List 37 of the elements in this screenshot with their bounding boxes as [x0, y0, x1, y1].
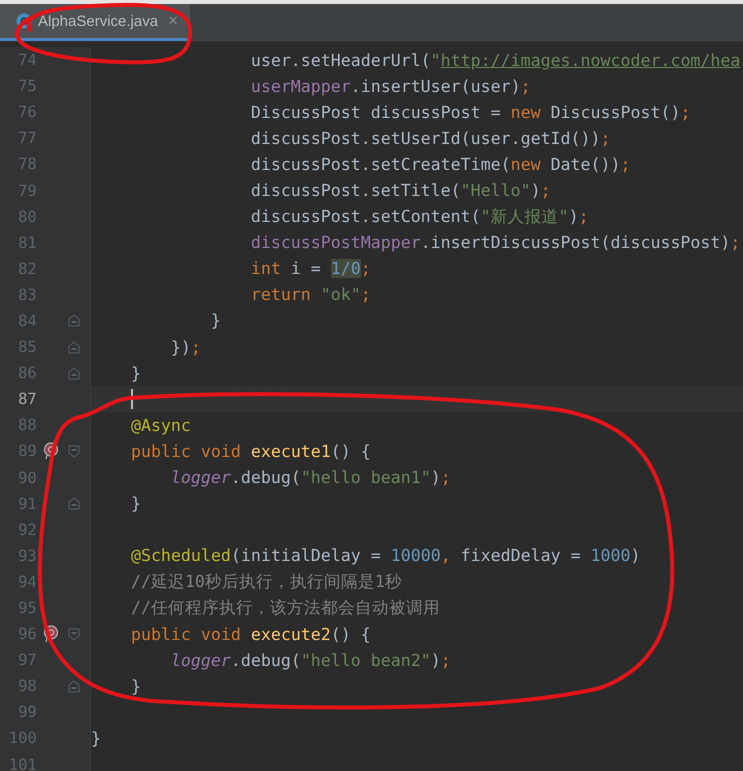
code-line: DiscussPost discussPost = new DiscussPost();: [250, 102, 690, 122]
fold-end-icon[interactable]: [68, 680, 80, 693]
tab-title: AlphaService.java: [38, 12, 158, 30]
class-file-icon: [16, 13, 32, 29]
code-line: public void execute2() {: [130, 624, 371, 644]
code-line: userMapper.insertUser(user);: [250, 76, 531, 96]
code-line: }: [130, 494, 141, 514]
code-line: user.setHeaderUrl("http://images.nowcoder.com/hea: [250, 50, 740, 70]
code-line: discussPost.setCreateTime(new Date());: [250, 154, 631, 174]
code-line: }: [130, 676, 141, 696]
code-line: }: [130, 364, 141, 383]
fold-start-icon[interactable]: [68, 628, 80, 641]
code-line: //任何程序执行，该方法都会自动被调用: [130, 597, 440, 620]
close-icon[interactable]: ×: [168, 11, 178, 31]
code-line: }: [91, 728, 101, 748]
code-line: discussPostMapper.insertDiscussPost(discussPost);: [250, 233, 740, 252]
code-line: int i = 1/0;: [250, 259, 371, 278]
code-line: discussPost.setContent("新人报道");: [250, 206, 589, 228]
fold-end-icon[interactable]: [68, 497, 80, 510]
fold-end-icon[interactable]: [68, 340, 80, 354]
code-line: public void execute1() {: [130, 442, 371, 461]
code-line: return "ok";: [250, 285, 371, 304]
line-number: 87: [17, 390, 37, 408]
code-line: discussPost.setUserId(user.getId());: [250, 128, 611, 148]
method-marker-icon[interactable]: [43, 625, 60, 644]
fold-end-icon[interactable]: [68, 314, 80, 328]
code-line: });: [170, 338, 201, 357]
code-line: }: [210, 311, 221, 330]
code-line: logger.debug("hello bean2");: [170, 650, 451, 670]
method-marker-icon[interactable]: [43, 442, 60, 460]
code-line: discussPost.setTitle("Hello");: [250, 181, 551, 200]
code-line: @Scheduled(initialDelay = 10000, fixedDelay = 1000): [130, 546, 641, 566]
fold-start-icon[interactable]: [68, 444, 80, 458]
code-line: @Async: [130, 416, 191, 435]
code-line: //延迟10秒后执行，执行间隔是1秒: [130, 570, 402, 593]
fold-end-icon[interactable]: [68, 366, 80, 380]
code-line: logger.debug("hello bean1");: [170, 468, 451, 488]
